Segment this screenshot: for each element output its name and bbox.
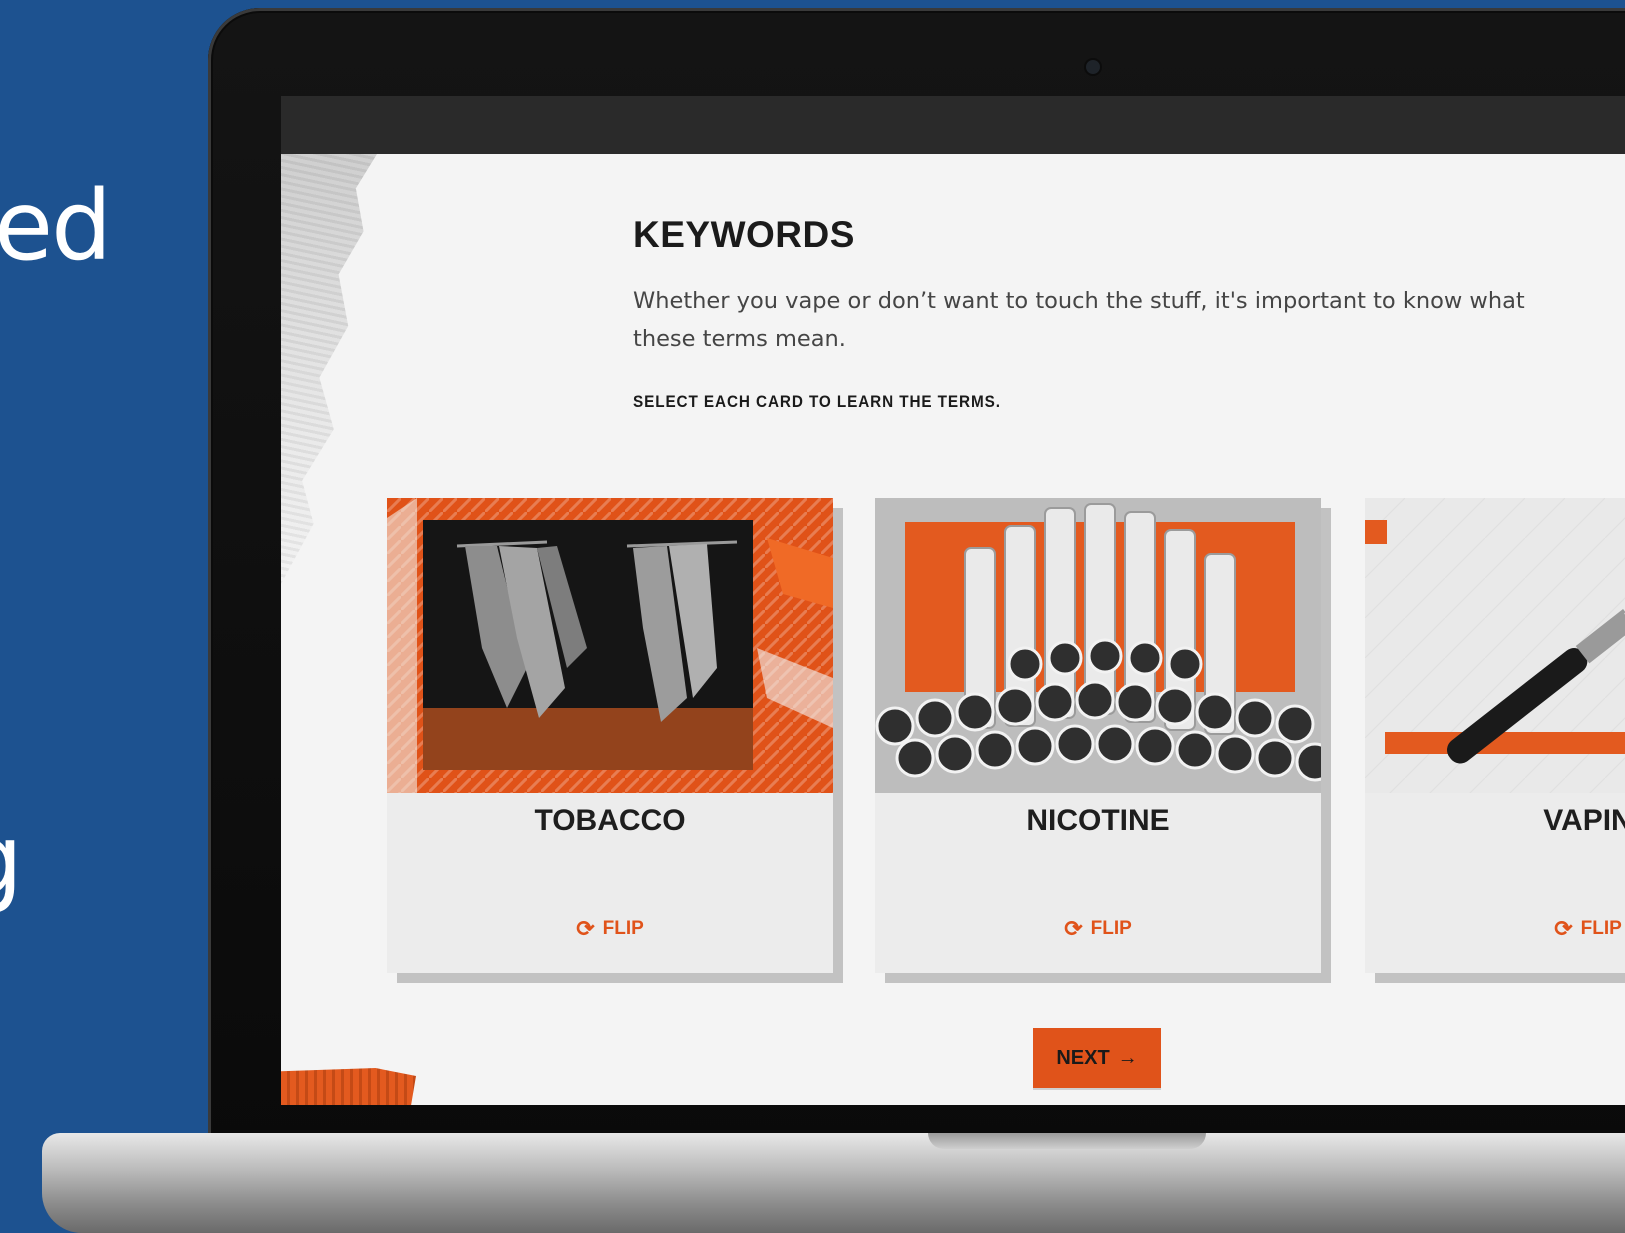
refresh-icon: ⟳ — [1554, 916, 1573, 941]
refresh-icon: ⟳ — [1064, 916, 1083, 941]
background-heading-fragment: g — [0, 812, 23, 908]
flip-label: FLIP — [1090, 918, 1132, 939]
card-title: NICOTINE — [1026, 804, 1170, 837]
keyword-card-nicotine[interactable]: NICOTINE ⟳ FLIP — [875, 498, 1321, 973]
laptop-base — [42, 1133, 1625, 1233]
flip-label: FLIP — [1580, 918, 1622, 939]
cigarettes-image — [875, 498, 1321, 793]
tobacco-image — [387, 498, 833, 793]
background-heading-fragment: ed — [0, 170, 112, 282]
instruction-text: SELECT EACH CARD TO LEARN THE TERMS. — [633, 392, 1001, 411]
torn-paper-decoration — [281, 1068, 416, 1105]
vape-pen-image — [1365, 498, 1625, 793]
keyword-card-tobacco[interactable]: TOBACCO ⟳ FLIP — [387, 498, 833, 973]
flip-label: FLIP — [602, 918, 644, 939]
next-label: NEXT — [1056, 1046, 1110, 1069]
card-title: TOBACCO — [534, 804, 686, 837]
flip-button[interactable]: ⟳ FLIP — [387, 916, 833, 942]
webcam-icon — [1086, 60, 1100, 74]
flip-button[interactable]: ⟳ FLIP — [875, 916, 1321, 942]
flip-button[interactable]: ⟳ FLIP — [1365, 916, 1625, 942]
page-title: KEYWORDS — [633, 214, 855, 255]
keyword-card-vaping[interactable]: VAPIN ⟳ FLIP — [1365, 498, 1625, 973]
next-button[interactable]: NEXT → — [1033, 1028, 1161, 1088]
laptop-notch — [928, 1133, 1206, 1149]
keywords-section: KEYWORDS Whether you vape or don’t want … — [633, 214, 1613, 412]
intro-text: Whether you vape or don’t want to touch … — [633, 288, 1525, 352]
refresh-icon: ⟳ — [576, 916, 595, 941]
arrow-right-icon: → — [1117, 1046, 1138, 1069]
top-bar — [281, 96, 1625, 154]
torn-paper-decoration — [281, 154, 377, 584]
laptop-screen: KEYWORDS Whether you vape or don’t want … — [281, 96, 1625, 1105]
card-title: VAPIN — [1543, 804, 1625, 837]
